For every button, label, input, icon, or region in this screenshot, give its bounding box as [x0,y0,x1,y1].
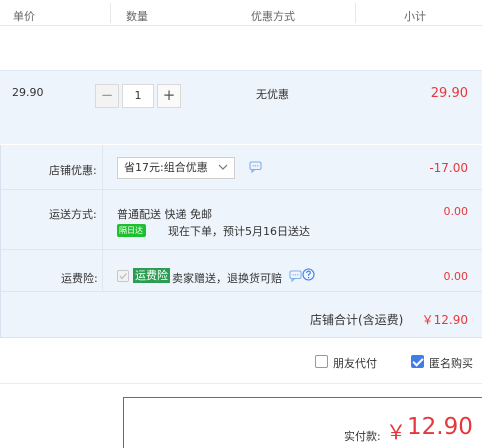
divider [0,337,482,338]
friend-pay-checkbox[interactable] [315,355,328,368]
col-subtotal-header: 小计 [404,10,426,23]
insurance-badge: 运费险 [133,268,170,283]
anonymous-checkbox[interactable] [411,355,424,368]
col-discount-header: 优惠方式 [251,10,295,23]
payment-label: 实付款: [344,430,381,443]
shipping-label: 运送方式: [49,208,97,221]
col-price-header: 单价 [13,10,35,23]
payment-amount: 12.90 [407,414,473,440]
anonymous-label[interactable]: 匿名购买 [429,355,473,371]
friend-pay-label[interactable]: 朋友代付 [333,355,377,371]
item-discount: 无优惠 [256,88,289,101]
divider [0,291,482,292]
shop-discount-select[interactable]: 省17元:组合优惠 [117,157,235,179]
insurance-checkbox [117,270,129,282]
next-day-badge: 隔日达 [117,224,146,237]
chat-icon[interactable] [249,161,262,173]
qty-decrease-button[interactable]: − [95,84,119,108]
insurance-text: 卖家赠送，退换货可赔 [172,272,282,285]
divider [0,145,1,337]
shop-discount-label: 店铺优惠: [49,164,97,177]
item-price: 29.90 [12,86,44,99]
divider [0,383,482,384]
order-page: 单价 数量 优惠方式 小计 29.90 − 1 + 无优惠 29.90 店铺优惠… [0,0,482,448]
col-divider [110,3,111,23]
delivery-estimate: 现在下单，预计5月16日送达 [168,225,310,238]
table-header: 单价 数量 优惠方式 小计 [0,0,482,26]
item-row [0,70,482,144]
divider [0,249,482,250]
next-day-badge-text: 隔日达 [119,226,143,235]
chevron-down-icon [218,164,228,170]
col-qty-header: 数量 [126,10,148,23]
help-icon[interactable] [302,268,315,281]
chat-icon[interactable] [289,270,302,282]
insurance-label: 运费险: [61,272,98,285]
col-divider [355,3,356,23]
shipping-amount: 0.00 [443,205,469,218]
qty-increase-button[interactable]: + [157,84,181,108]
shop-total-label: 店铺合计(含运费) [310,313,404,327]
shop-total-value: ￥12.90 [421,313,468,327]
shipping-method: 普通配送 快递 免邮 [117,208,212,221]
quantity-stepper: − 1 + [95,84,181,108]
insurance-amount: 0.00 [443,270,469,283]
payment-currency: ￥ [386,420,406,444]
item-subtotal: 29.90 [430,86,468,101]
divider [102,145,103,291]
divider [0,189,482,190]
check-icon [119,273,127,280]
qty-input[interactable]: 1 [122,84,154,108]
shop-discount-amount: -17.00 [429,161,468,175]
shop-discount-select-value: 省17元:组合优惠 [124,161,208,174]
